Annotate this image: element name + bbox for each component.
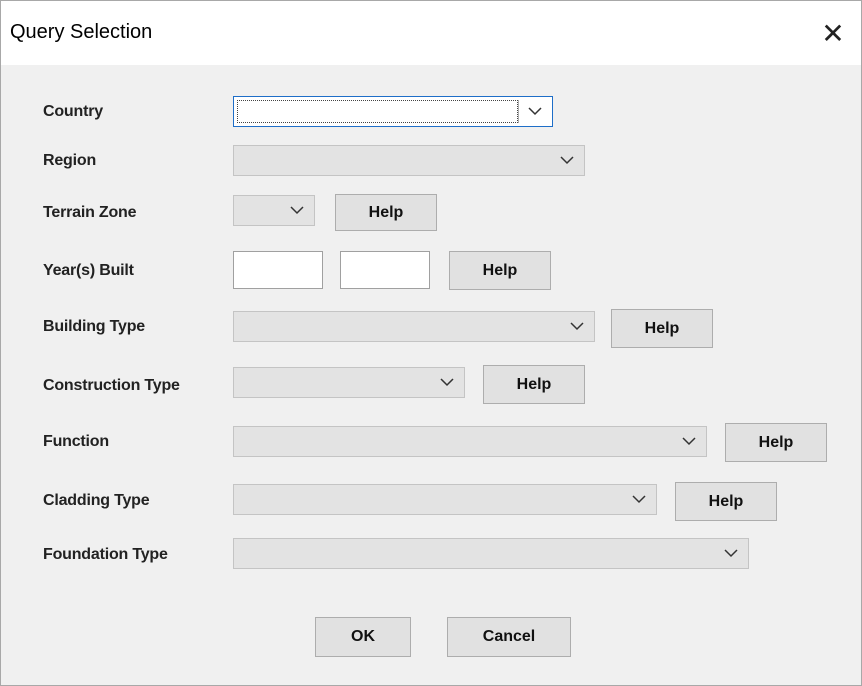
- function-dropdown[interactable]: [233, 426, 707, 457]
- chevron-down-icon: [528, 97, 542, 126]
- cladding-type-help-button[interactable]: Help: [675, 482, 777, 521]
- close-icon: ✕: [821, 17, 845, 49]
- chevron-down-icon: [570, 312, 584, 341]
- dialog-title: Query Selection: [10, 21, 153, 43]
- years-built-help-button[interactable]: Help: [449, 251, 551, 290]
- building-type-dropdown[interactable]: [233, 311, 595, 342]
- chevron-down-icon: [290, 196, 304, 225]
- terrain-zone-label: Terrain Zone: [43, 204, 137, 221]
- foundation-type-label: Foundation Type: [43, 546, 168, 563]
- building-type-label: Building Type: [43, 318, 145, 335]
- cladding-type-label: Cladding Type: [43, 492, 150, 509]
- close-button[interactable]: ✕: [805, 1, 861, 65]
- country-value: [237, 100, 518, 123]
- chevron-down-icon: [632, 485, 646, 514]
- construction-type-dropdown[interactable]: [233, 367, 465, 398]
- query-selection-dialog: Query Selection ✕ Country Region Terrain…: [0, 0, 862, 686]
- terrain-zone-dropdown[interactable]: [233, 195, 315, 226]
- terrain-zone-help-button[interactable]: Help: [335, 194, 437, 231]
- dropdown-separator: [518, 100, 519, 123]
- chevron-down-icon: [560, 146, 574, 175]
- chevron-down-icon: [440, 368, 454, 397]
- cladding-type-dropdown[interactable]: [233, 484, 657, 515]
- cancel-button[interactable]: Cancel: [447, 617, 571, 657]
- function-help-button[interactable]: Help: [725, 423, 827, 462]
- ok-button[interactable]: OK: [315, 617, 411, 657]
- chevron-down-icon: [724, 539, 738, 568]
- foundation-type-dropdown[interactable]: [233, 538, 749, 569]
- title-bar: Query Selection ✕: [1, 1, 861, 65]
- country-label: Country: [43, 103, 103, 120]
- chevron-down-icon: [682, 427, 696, 456]
- construction-type-label: Construction Type: [43, 377, 180, 394]
- construction-type-help-button[interactable]: Help: [483, 365, 585, 404]
- function-label: Function: [43, 433, 109, 450]
- years-built-label: Year(s) Built: [43, 262, 134, 279]
- region-dropdown[interactable]: [233, 145, 585, 176]
- building-type-help-button[interactable]: Help: [611, 309, 713, 348]
- region-label: Region: [43, 152, 97, 169]
- country-dropdown[interactable]: [233, 96, 553, 127]
- year-built-from-input[interactable]: [233, 251, 323, 289]
- year-built-to-input[interactable]: [340, 251, 430, 289]
